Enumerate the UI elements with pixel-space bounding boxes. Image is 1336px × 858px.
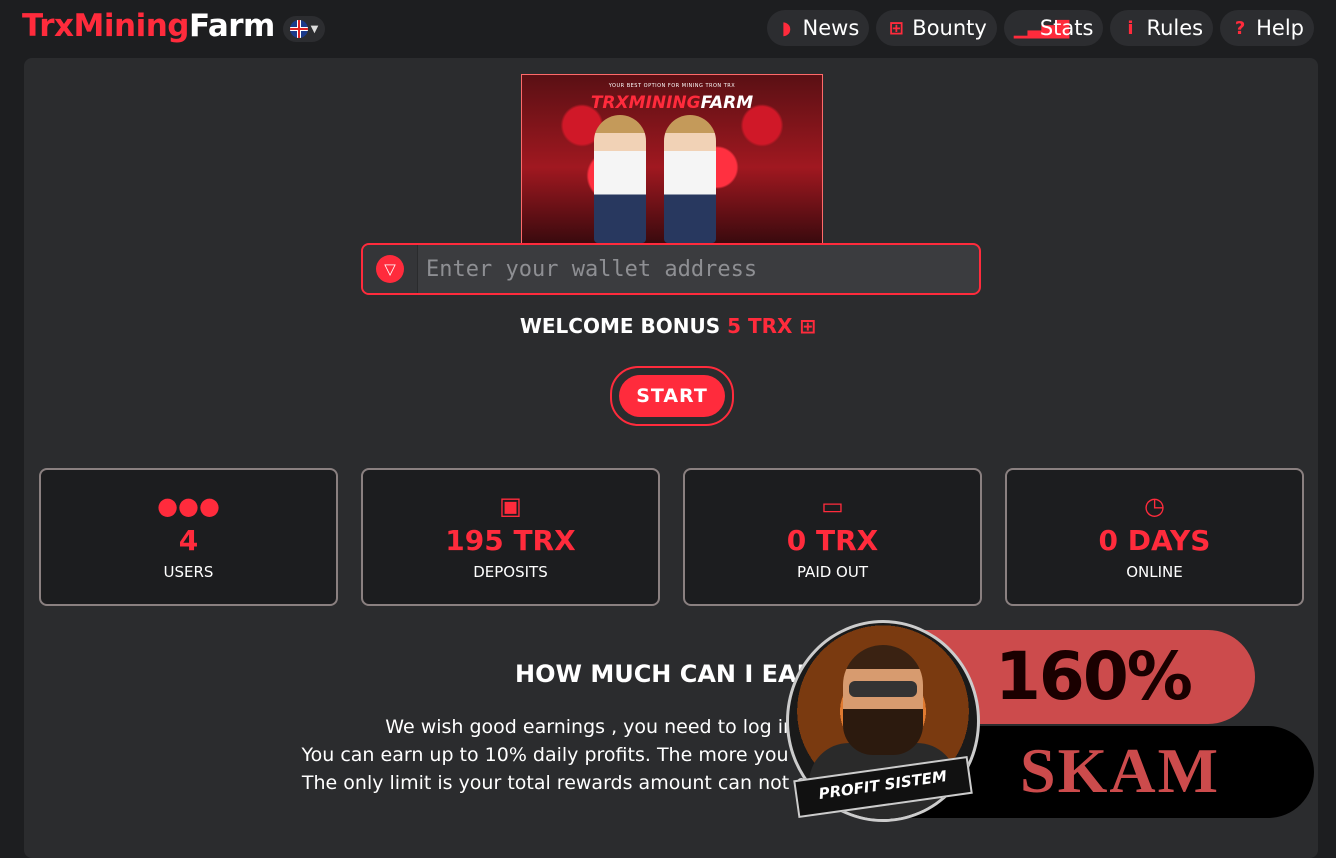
percent-value: 160% — [995, 638, 1193, 715]
promo-banner-image: YOUR BEST OPTION FOR MINING TRON TRX TRX… — [521, 74, 823, 244]
bonus-label: WELCOME BONUS — [519, 314, 721, 338]
stat-card-deposits: ▣ 195 TRX DEPOSITS — [361, 468, 660, 606]
banner-figure-left — [594, 115, 646, 243]
info-icon: i — [1127, 17, 1134, 39]
wallet-prefix: ▽ — [363, 245, 418, 293]
stat-value: 4 — [178, 524, 199, 557]
welcome-bonus: WELCOME BONUS 5 TRX ⊞ — [0, 314, 1336, 338]
top-nav: ◗ News ⊞ Bounty ▁▃▅▇ Stats i Rules ? Help — [766, 10, 1314, 46]
stat-value: 0 DAYS — [1098, 524, 1211, 557]
wallet-address-input[interactable] — [418, 245, 979, 293]
stat-label: PAID OUT — [796, 563, 869, 581]
clock-icon: ◷ — [1144, 492, 1165, 520]
question-icon: ? — [1234, 17, 1246, 39]
start-label: START — [619, 375, 725, 417]
nav-help[interactable]: ? Help — [1220, 10, 1314, 46]
chevron-down-icon: ▼ — [310, 23, 319, 35]
wallet-input-group: ▽ — [361, 243, 981, 295]
tron-icon: ▽ — [376, 255, 404, 283]
banner-tagline: YOUR BEST OPTION FOR MINING TRON TRX — [608, 83, 736, 89]
nav-label: Bounty — [912, 16, 987, 40]
stat-label: DEPOSITS — [473, 563, 548, 581]
earn-section-title: HOW MUCH CAN I EARN — [515, 660, 836, 688]
logo-text-white: Farm — [188, 8, 275, 44]
signal-icon: ▁▃▅▇ — [1013, 17, 1070, 39]
language-selector[interactable]: ▼ — [283, 16, 325, 42]
money-icon: ▭ — [821, 492, 844, 520]
nav-label: News — [802, 16, 860, 40]
logo-text-red: TrxMining — [22, 8, 189, 44]
gift-icon: ⊞ — [888, 17, 904, 39]
rss-icon: ◗ — [781, 17, 792, 39]
stat-label: USERS — [163, 563, 214, 581]
nav-label: Rules — [1146, 16, 1204, 40]
uk-flag-icon — [289, 20, 308, 38]
stat-card-users: ●●● 4 USERS — [39, 468, 338, 606]
nav-label: Help — [1256, 16, 1304, 40]
stat-value: 0 TRX — [786, 524, 879, 557]
verdict-text: SKAM — [1020, 735, 1220, 806]
gift-icon: ⊞ — [799, 314, 817, 338]
users-icon: ●●● — [157, 492, 220, 520]
nav-rules[interactable]: i Rules — [1110, 10, 1214, 46]
stat-value: 195 TRX — [445, 524, 576, 557]
nav-label: Stats — [1039, 16, 1094, 40]
stat-card-online: ◷ 0 DAYS ONLINE — [1005, 468, 1304, 606]
banner-title: TRXMININGFARM — [522, 93, 822, 113]
banner-title-white: FARM — [700, 93, 754, 113]
start-button[interactable]: START — [610, 366, 734, 426]
stat-card-paid-out: ▭ 0 TRX PAID OUT — [683, 468, 982, 606]
stat-label: ONLINE — [1126, 563, 1183, 581]
mascot-sunglasses — [849, 681, 917, 697]
banner-title-red: TRXMINING — [590, 93, 701, 113]
nav-stats[interactable]: ▁▃▅▇ Stats — [1003, 10, 1104, 46]
nav-bounty[interactable]: ⊞ Bounty — [876, 10, 997, 46]
site-logo[interactable]: TrxMiningFarm — [22, 8, 275, 44]
mascot-face — [843, 645, 923, 755]
nav-news[interactable]: ◗ News — [766, 10, 870, 46]
briefcase-icon: ▣ — [499, 492, 522, 520]
bonus-value: 5 TRX — [727, 314, 793, 338]
banner-figure-right — [664, 115, 716, 243]
